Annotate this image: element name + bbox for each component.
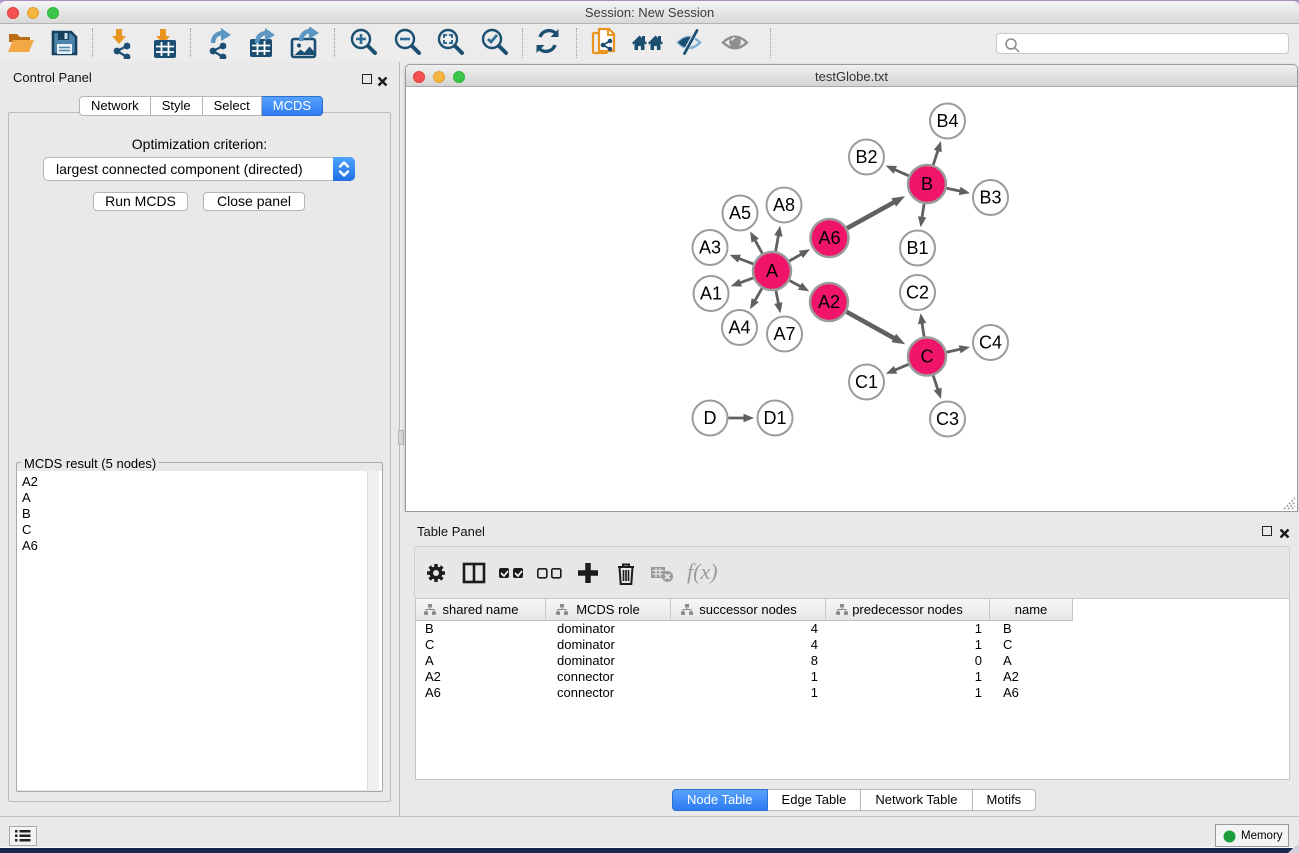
svg-text:A4: A4 [728, 317, 750, 337]
svg-text:D: D [704, 408, 717, 428]
svg-text:A3: A3 [699, 237, 721, 257]
svg-text:B3: B3 [979, 187, 1001, 207]
svg-text:C: C [921, 346, 934, 366]
svg-text:A8: A8 [773, 195, 795, 215]
svg-text:B: B [921, 174, 933, 194]
svg-text:B4: B4 [936, 111, 958, 131]
svg-text:C2: C2 [906, 282, 929, 302]
svg-text:A6: A6 [818, 228, 840, 248]
svg-text:A1: A1 [700, 283, 722, 303]
svg-text:D1: D1 [763, 408, 786, 428]
svg-text:A2: A2 [818, 292, 840, 312]
svg-text:A7: A7 [773, 324, 795, 344]
svg-text:C3: C3 [936, 409, 959, 429]
svg-text:A5: A5 [729, 203, 751, 223]
svg-text:B1: B1 [906, 238, 928, 258]
svg-text:A: A [766, 261, 778, 281]
svg-text:C1: C1 [855, 372, 878, 392]
svg-text:C4: C4 [979, 332, 1002, 352]
svg-text:B2: B2 [855, 147, 877, 167]
